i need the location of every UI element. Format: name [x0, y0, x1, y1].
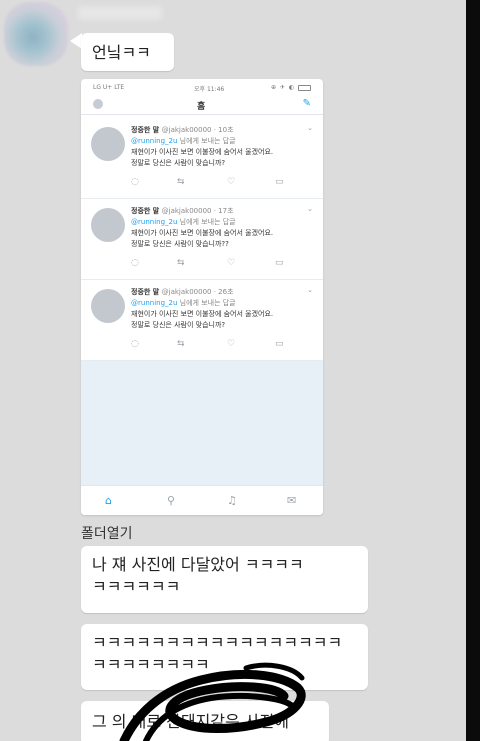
- empty-timeline-area: [81, 361, 323, 485]
- share-icon: ▭: [275, 258, 284, 268]
- sender-name-blurred: [78, 6, 162, 20]
- chevron-down-icon: ⌄: [307, 286, 313, 294]
- tweet-text-line: 정말로 당신은 사람이 맞습니까??: [131, 240, 229, 248]
- status-carrier: LG U+ LTE: [93, 84, 125, 91]
- retweet-icon: ⇆: [177, 177, 185, 187]
- mail-icon: ✉: [287, 494, 297, 507]
- tweet-author: 정중한 말 @jakjak00000 · 10초: [131, 126, 234, 134]
- tweet-item: 정중한 말 @jakjak00000 · 26초 ⌄ @running_2u 님…: [81, 281, 323, 361]
- share-icon: ▭: [275, 177, 284, 187]
- twitter-header: 홈 ✎: [81, 95, 323, 115]
- tweet-actions: ◌ ⇆ ♡ ▭: [131, 177, 311, 189]
- reply-icon: ◌: [131, 339, 139, 349]
- tweet-item: 정중한 말 @jakjak00000 · 10초 ⌄ @running_2u 님…: [81, 119, 323, 199]
- tweet-text-line: 정말로 당신은 사람이 맞습니까?: [131, 321, 226, 329]
- tweet-text-line: 재현이가 이사진 보면 이불장에 숨어서 울겠어요.: [131, 229, 274, 237]
- message-bubble-1[interactable]: 언닠ㅋㅋ: [81, 33, 174, 71]
- scribble-overlay: [119, 662, 306, 741]
- tweet-actions: ◌ ⇆ ♡ ▭: [131, 339, 311, 351]
- tweet-avatar: [91, 289, 125, 323]
- tweet-actions: ◌ ⇆ ♡ ▭: [131, 258, 311, 270]
- phone-status-bar: LG U+ LTE 오후 11:46 ⊕ ✈ ◐: [81, 79, 323, 95]
- status-time: 오후 11:46: [194, 86, 225, 93]
- like-icon: ♡: [227, 258, 236, 268]
- home-icon: ⌂: [105, 494, 112, 507]
- tweet-reply-to: @running_2u 님에게 보내는 답글: [131, 218, 236, 226]
- search-icon: ⚲: [167, 494, 176, 507]
- right-edge-bar: [466, 0, 480, 741]
- tweet-author: 정중한 말 @jakjak00000 · 26초: [131, 288, 234, 296]
- reply-icon: ◌: [131, 258, 139, 268]
- profile-avatar-icon: [93, 99, 103, 109]
- tweet-text-line: 정말로 당신은 사람이 맞습니까?: [131, 159, 226, 167]
- tweet-text-line: 재현이가 이사진 보면 이불장에 숨어서 울겠어요.: [131, 148, 274, 156]
- tweet-author: 정중한 말 @jakjak00000 · 17초: [131, 207, 234, 215]
- tweet-reply-to: @running_2u 님에게 보내는 답글: [131, 299, 236, 307]
- reply-icon: ◌: [131, 177, 139, 187]
- chevron-down-icon: ⌄: [307, 124, 313, 132]
- message-bubble-3[interactable]: 나 쟤 사진에 다달았어 ㅋㅋㅋㅋ ㅋㅋㅋㅋㅋㅋ: [81, 546, 368, 613]
- tweet-text-line: 재현이가 이사진 보면 이불장에 숨어서 울겠어요.: [131, 310, 274, 318]
- retweet-icon: ⇆: [177, 339, 185, 349]
- share-icon: ▭: [275, 339, 284, 349]
- tweet-avatar: [91, 127, 125, 161]
- shared-image-screenshot[interactable]: LG U+ LTE 오후 11:46 ⊕ ✈ ◐ 홈 ✎ 정중한 말 @jakj…: [81, 79, 323, 515]
- like-icon: ♡: [227, 339, 236, 349]
- retweet-icon: ⇆: [177, 258, 185, 268]
- header-title: 홈: [197, 102, 206, 112]
- status-icons: ⊕ ✈ ◐: [271, 84, 311, 91]
- tweet-reply-to: @running_2u 님에게 보내는 답글: [131, 137, 236, 145]
- tweet-item: 정중한 말 @jakjak00000 · 17초 ⌄ @running_2u 님…: [81, 200, 323, 280]
- twitter-tab-bar: ⌂ ⚲ ♫ ✉: [81, 485, 323, 515]
- chevron-down-icon: ⌄: [307, 205, 313, 213]
- open-folder-link[interactable]: 폴더열기: [81, 523, 133, 543]
- notification-icon: ♫: [227, 494, 237, 507]
- sender-avatar[interactable]: [4, 2, 68, 66]
- compose-icon: ✎: [302, 98, 311, 109]
- tweet-avatar: [91, 208, 125, 242]
- battery-icon: [298, 84, 311, 91]
- like-icon: ♡: [227, 177, 236, 187]
